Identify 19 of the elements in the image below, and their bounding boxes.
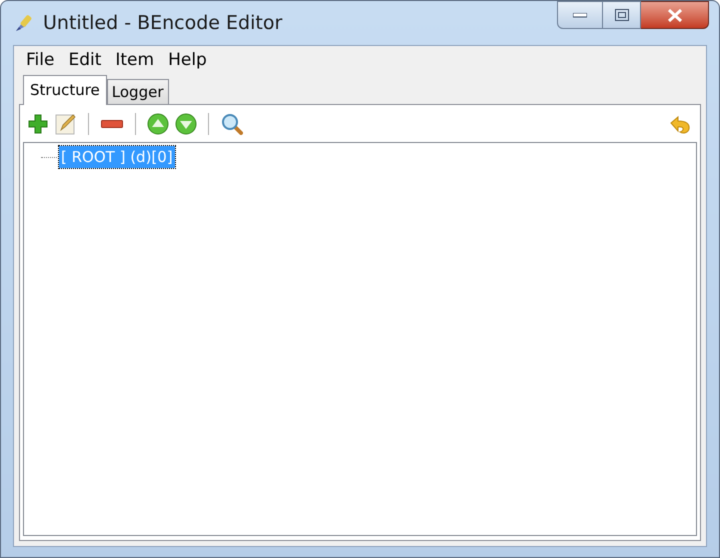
minus-icon	[101, 120, 123, 128]
close-button[interactable]	[641, 1, 709, 29]
minimize-icon	[573, 12, 587, 18]
menu-item[interactable]: File	[22, 48, 58, 74]
close-icon	[666, 8, 682, 22]
window-title: Untitled - BEncode Editor	[43, 10, 282, 36]
maximize-button[interactable]	[603, 1, 641, 29]
minimize-button[interactable]	[557, 1, 603, 29]
search-icon	[221, 112, 243, 134]
maximize-icon	[614, 9, 628, 21]
move-up-button[interactable]	[146, 110, 170, 136]
menu-item[interactable]: Item	[111, 48, 158, 74]
menu-item[interactable]: Edit	[64, 48, 106, 74]
move-down-button[interactable]	[174, 110, 198, 136]
tab[interactable]: Logger	[106, 79, 168, 104]
pencil-icon	[55, 112, 77, 134]
menu-item[interactable]: Help	[164, 48, 211, 74]
tab[interactable]: Structure	[23, 75, 107, 105]
plus-icon	[28, 114, 48, 134]
